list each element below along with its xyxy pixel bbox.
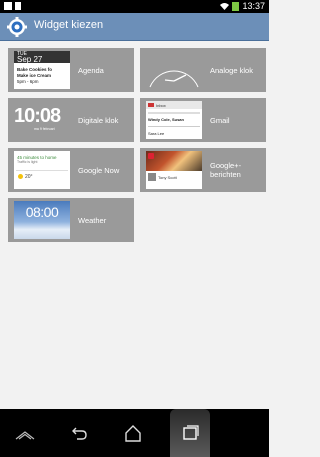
sun-icon <box>18 174 23 179</box>
google-plus-author: Tony Scott <box>158 174 177 180</box>
google-plus-icon <box>148 153 154 159</box>
agenda-event2-time: 5pm - 6pm <box>17 79 39 84</box>
weather-preview: 08:00 <box>14 201 70 239</box>
avatar <box>148 173 156 181</box>
widget-digital-clock[interactable]: 10:08 ma 9 februari Digitale klok <box>8 98 134 142</box>
navigation-bar <box>0 409 269 457</box>
screenshot-icon[interactable] <box>14 423 36 443</box>
widget-label: Weather <box>78 215 107 225</box>
battery-icon <box>232 1 240 11</box>
widget-label: Google+- berichten <box>210 161 242 179</box>
widget-analog-clock[interactable]: Analoge klok <box>140 48 266 92</box>
widget-label: Google Now <box>78 165 120 175</box>
back-icon[interactable] <box>68 423 90 443</box>
gmail-preview: Inbox Windy Cole, Susan Sara Lee <box>146 101 202 139</box>
widget-weather[interactable]: 08:00 Weather <box>8 198 134 242</box>
recent-apps-icon[interactable] <box>179 423 201 443</box>
gmail-sender1: Windy Cole, Susan <box>148 117 184 122</box>
home-icon[interactable] <box>122 423 144 443</box>
widget-agenda[interactable]: TUE Sep 27 Bake Cookies fo Make ice Crea… <box>8 48 134 92</box>
digital-clock-time: 10:08 <box>14 105 61 127</box>
google-now-preview: 45 minutes to home Traffic is light 20° <box>14 151 70 189</box>
widget-google-plus[interactable]: Tony Scott Google+- berichten <box>140 148 266 192</box>
widget-label: Gmail <box>210 115 230 125</box>
digital-clock-preview: 10:08 ma 9 februari <box>14 101 70 139</box>
gallery-notification-icon <box>4 2 12 10</box>
gmail-header: Inbox <box>156 102 166 108</box>
google-plus-preview: Tony Scott <box>146 151 202 189</box>
google-now-temp: 20° <box>25 173 33 180</box>
page-title: Widget kiezen <box>34 19 104 31</box>
widget-label: Agenda <box>78 65 104 75</box>
gmail-sender2: Sara Lee <box>148 131 165 136</box>
google-now-traffic: Traffic is light <box>17 160 38 164</box>
gmail-envelope-icon <box>148 103 154 107</box>
action-bar: Widget kiezen <box>0 13 269 41</box>
google-now-headline: 45 minutes to home <box>17 155 57 160</box>
widget-label: Analoge klok <box>210 65 253 75</box>
wifi-icon <box>220 3 230 10</box>
google-plus-photo <box>146 151 202 171</box>
analog-clock-preview <box>149 70 199 88</box>
widget-google-now[interactable]: 45 minutes to home Traffic is light 20° … <box>8 148 134 192</box>
status-time: 13:37 <box>242 1 265 11</box>
file-notification-icon <box>15 2 21 10</box>
widget-gmail[interactable]: Inbox Windy Cole, Susan Sara Lee Gmail <box>140 98 266 142</box>
widget-label: Digitale klok <box>78 115 119 125</box>
agenda-preview: TUE Sep 27 Bake Cookies fo Make ice Crea… <box>14 51 70 89</box>
weather-time: 08:00 <box>25 204 59 220</box>
status-bar: 13:37 <box>0 0 269 13</box>
settings-gear-icon[interactable] <box>7 17 27 37</box>
